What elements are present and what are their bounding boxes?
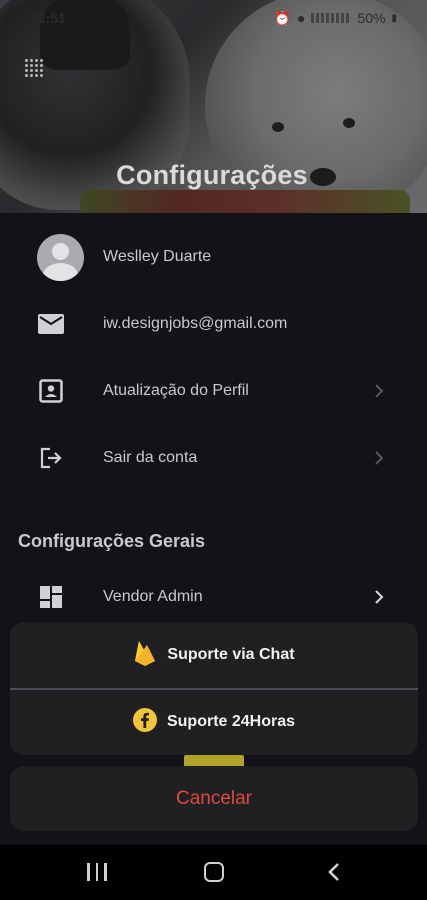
update-profile-row[interactable]: Atualização do Perfil bbox=[0, 358, 427, 424]
dashboard-icon bbox=[38, 584, 64, 610]
logout-icon bbox=[38, 445, 64, 471]
battery-icon: ▮ bbox=[391, 12, 397, 24]
support-action-sheet: Suporte via Chat Suporte 24Horas bbox=[10, 622, 418, 755]
grid-menu-icon[interactable] bbox=[24, 58, 44, 78]
chevron-right-icon bbox=[372, 590, 386, 604]
cancel-button[interactable]: Cancelar bbox=[10, 766, 418, 831]
chevron-right-icon bbox=[372, 451, 386, 465]
page-title: Configurações bbox=[116, 160, 308, 190]
back-icon[interactable] bbox=[325, 862, 343, 882]
status-time: 12:51 bbox=[30, 10, 66, 26]
email-row: iw.designjobs@gmail.com bbox=[0, 291, 427, 357]
facebook-icon bbox=[132, 707, 157, 737]
alarm-icon: ⏰ bbox=[273, 9, 291, 26]
chat-support-label: Suporte via Chat bbox=[167, 646, 295, 663]
home-icon[interactable] bbox=[204, 862, 224, 882]
logout-label: Sair da conta bbox=[103, 449, 198, 466]
general-settings-heading: Configurações Gerais bbox=[18, 531, 206, 551]
logout-row[interactable]: Sair da conta bbox=[0, 425, 427, 491]
chevron-right-icon bbox=[372, 384, 386, 398]
profile-row[interactable]: Weslley Duarte bbox=[0, 224, 427, 290]
location-icon: ● bbox=[296, 10, 306, 26]
profile-name: Weslley Duarte bbox=[103, 248, 212, 265]
navigation-bar bbox=[0, 845, 427, 900]
update-profile-label: Atualização do Perfil bbox=[103, 382, 249, 399]
recent-apps-icon[interactable] bbox=[87, 863, 107, 881]
battery-percent: 50% bbox=[357, 10, 386, 26]
vendor-admin-row[interactable]: Vendor Admin bbox=[0, 564, 427, 630]
settings-screen: 12:51 ■ ⏰ ● 50% ▮ Configurações Weslley … bbox=[0, 0, 427, 900]
avatar bbox=[37, 233, 84, 281]
status-bar: 12:51 ■ ⏰ ● 50% ▮ bbox=[0, 0, 427, 36]
support-24h-label: Suporte 24Horas bbox=[166, 713, 296, 730]
profile-card-icon bbox=[38, 378, 64, 404]
chat-support-option[interactable]: Suporte via Chat bbox=[10, 622, 418, 688]
header-image: 12:51 ■ ⏰ ● 50% ▮ Configurações bbox=[0, 0, 427, 213]
support-24h-option[interactable]: Suporte 24Horas bbox=[10, 689, 418, 755]
mail-icon bbox=[38, 311, 64, 337]
signal-icon bbox=[311, 13, 352, 23]
vendor-admin-label: Vendor Admin bbox=[103, 588, 203, 605]
notification-icon: ■ bbox=[73, 12, 80, 24]
cancel-label: Cancelar bbox=[175, 787, 253, 809]
firebase-icon bbox=[133, 639, 157, 672]
email-label: iw.designjobs@gmail.com bbox=[103, 315, 288, 332]
